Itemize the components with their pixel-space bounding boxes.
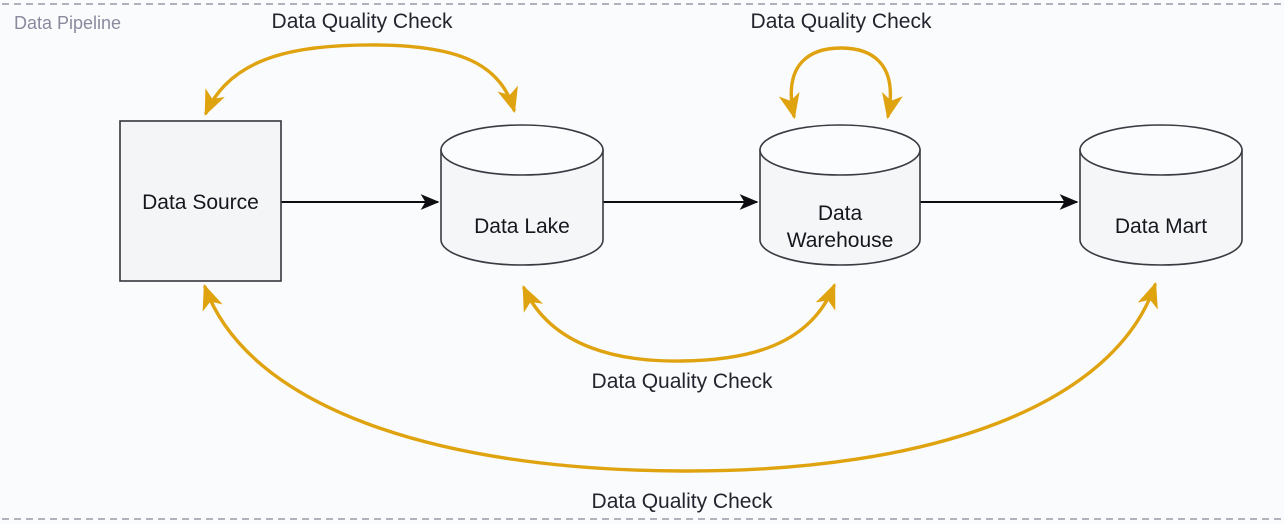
qc-label-top-left: Data Quality Check xyxy=(272,10,453,33)
qc-arc-top-left[interactable] xyxy=(204,43,518,116)
data-pipeline-diagram: Data Pipeline Data Source Data Lake Data… xyxy=(0,3,1284,520)
data-source-label: Data Source xyxy=(142,191,259,214)
diagram-canvas: Data Pipeline Data Source Data Lake Data… xyxy=(0,0,1284,524)
data-mart-label: Data Mart xyxy=(1115,215,1207,238)
data-warehouse-label-line1: Data xyxy=(818,202,863,225)
node-data-mart[interactable]: Data Mart xyxy=(1079,124,1243,266)
qc-arc-warehouse-self-loop[interactable] xyxy=(778,46,903,120)
qc-label-top-right: Data Quality Check xyxy=(751,10,932,33)
data-warehouse-label-line2: Warehouse xyxy=(787,229,894,252)
quality-check-arcs xyxy=(202,43,1158,473)
qc-arc-bottom-middle[interactable] xyxy=(522,283,836,363)
data-warehouse-top-ellipse xyxy=(759,124,921,176)
data-lake-top-ellipse xyxy=(440,124,604,176)
qc-label-bottom-middle: Data Quality Check xyxy=(592,370,773,393)
qc-label-bottom-wide: Data Quality Check xyxy=(592,490,773,513)
group-label: Data Pipeline xyxy=(14,13,121,33)
node-data-source[interactable]: Data Source xyxy=(119,120,282,282)
data-lake-label: Data Lake xyxy=(474,215,570,238)
node-data-lake[interactable]: Data Lake xyxy=(440,124,604,266)
node-data-warehouse[interactable]: Data Warehouse xyxy=(759,124,921,266)
data-mart-top-ellipse xyxy=(1079,124,1243,176)
